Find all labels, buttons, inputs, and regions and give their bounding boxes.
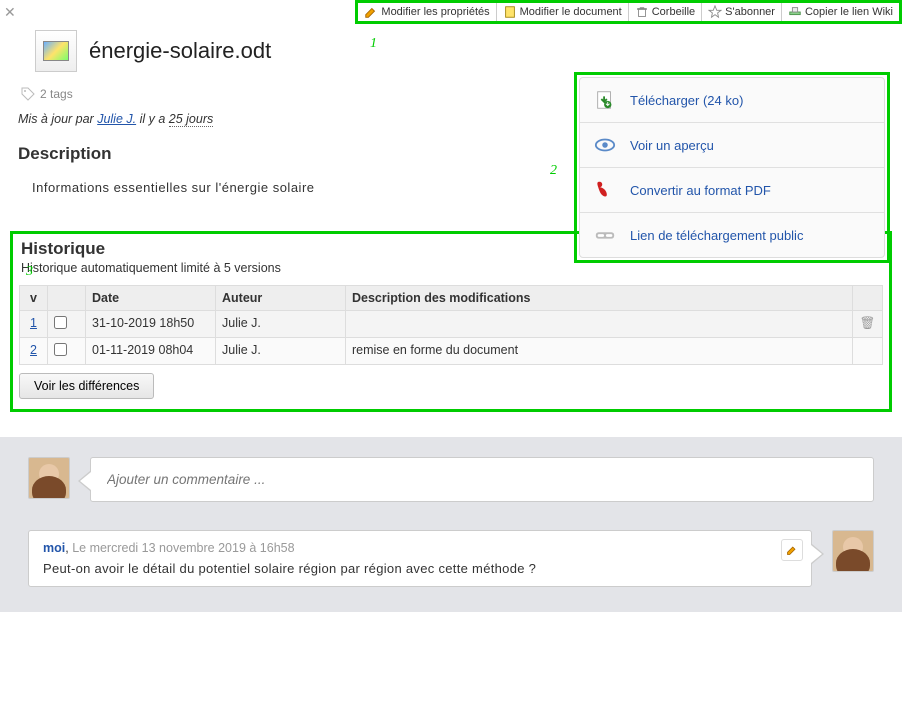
add-comment-input[interactable] [107,472,857,487]
version-author: Julie J. [216,311,346,338]
updated-age: 25 jours [169,112,213,127]
chain-link-icon [594,224,616,246]
history-header-date: Date [86,286,216,311]
pdf-icon [594,179,616,201]
annotation-marker-1: 1 [370,36,377,52]
top-toolbar: Modifier les propriétés Modifier le docu… [355,0,902,24]
public-link-action[interactable]: Lien de téléchargement public [580,213,884,257]
document-edit-icon [503,5,517,19]
version-link[interactable]: 2 [30,343,37,357]
tag-icon [20,86,36,102]
version-date: 01-11-2019 08h04 [86,338,216,365]
download-icon [594,89,616,111]
table-row: 2 01-11-2019 08h04 Julie J. remise en fo… [20,338,883,365]
version-checkbox[interactable] [54,316,67,329]
close-icon[interactable]: ✕ [4,4,16,21]
eye-icon [594,134,616,156]
action-label: Lien de téléchargement public [630,228,803,243]
modify-properties-button[interactable]: Modifier les propriétés [358,3,496,21]
annotation-marker-3: 3 [26,264,33,280]
updated-prefix: Mis à jour par [18,112,97,126]
comment-bubble: moi, Le mercredi 13 novembre 2019 à 16h5… [28,530,812,587]
trash-icon [635,5,649,19]
action-label: Télécharger (24 ko) [630,93,743,108]
version-checkbox[interactable] [54,343,67,356]
edit-comment-button[interactable] [781,539,803,561]
action-label: Convertir au format PDF [630,183,771,198]
link-icon [788,5,802,19]
preview-action[interactable]: Voir un aperçu [580,123,884,168]
current-user-avatar [28,457,70,499]
action-label: Voir un aperçu [630,138,714,153]
updated-author-link[interactable]: Julie J. [97,112,136,126]
history-subtitle: Historique automatiquement limité à 5 ve… [19,261,883,285]
document-type-icon [35,30,77,72]
delete-version-icon[interactable]: 🗑 [860,316,876,330]
toolbar-label: Copier le lien Wiki [805,6,893,18]
comments-section: moi, Le mercredi 13 novembre 2019 à 16h5… [0,437,902,612]
history-header-v: v [20,286,48,311]
table-row: 1 31-10-2019 18h50 Julie J. 🗑 [20,311,883,338]
convert-pdf-action[interactable]: Convertir au format PDF [580,168,884,213]
version-link[interactable]: 1 [30,316,37,330]
document-title: énergie-solaire.odt [89,38,271,64]
toolbar-label: Corbeille [652,6,695,18]
subscribe-button[interactable]: S'abonner [702,3,782,21]
trash-button[interactable]: Corbeille [629,3,702,21]
toolbar-label: Modifier le document [520,6,622,18]
history-header-check [48,286,86,311]
comment-input-container[interactable] [90,457,874,502]
pencil-icon [364,5,378,19]
history-header-desc: Description des modifications [346,286,853,311]
version-desc [346,311,853,338]
comment-author: moi [43,541,65,555]
view-differences-button[interactable]: Voir les différences [19,373,154,399]
annotation-marker-2: 2 [550,163,557,179]
comment-time: Le mercredi 13 novembre 2019 à 16h58 [72,541,294,555]
bubble-pointer-icon [78,471,90,491]
bubble-pointer-icon [812,544,824,564]
version-author: Julie J. [216,338,346,365]
version-date: 31-10-2019 18h50 [86,311,216,338]
modify-document-button[interactable]: Modifier le document [497,3,629,21]
toolbar-label: S'abonner [725,6,775,18]
tags-label: 2 tags [40,87,73,101]
toolbar-label: Modifier les propriétés [381,6,489,18]
history-table: v Date Auteur Description des modificati… [19,285,883,365]
comment-author-avatar [832,530,874,572]
download-action[interactable]: Télécharger (24 ko) [580,78,884,123]
version-desc: remise en forme du document [346,338,853,365]
history-header-delete [853,286,883,311]
star-icon [708,5,722,19]
comment-body: Peut-on avoir le détail du potentiel sol… [43,561,797,576]
history-header-author: Auteur [216,286,346,311]
actions-panel: Télécharger (24 ko) Voir un aperçu Conve… [574,72,890,263]
copy-wiki-link-button[interactable]: Copier le lien Wiki [782,3,899,21]
updated-middle: il y a [140,112,169,126]
